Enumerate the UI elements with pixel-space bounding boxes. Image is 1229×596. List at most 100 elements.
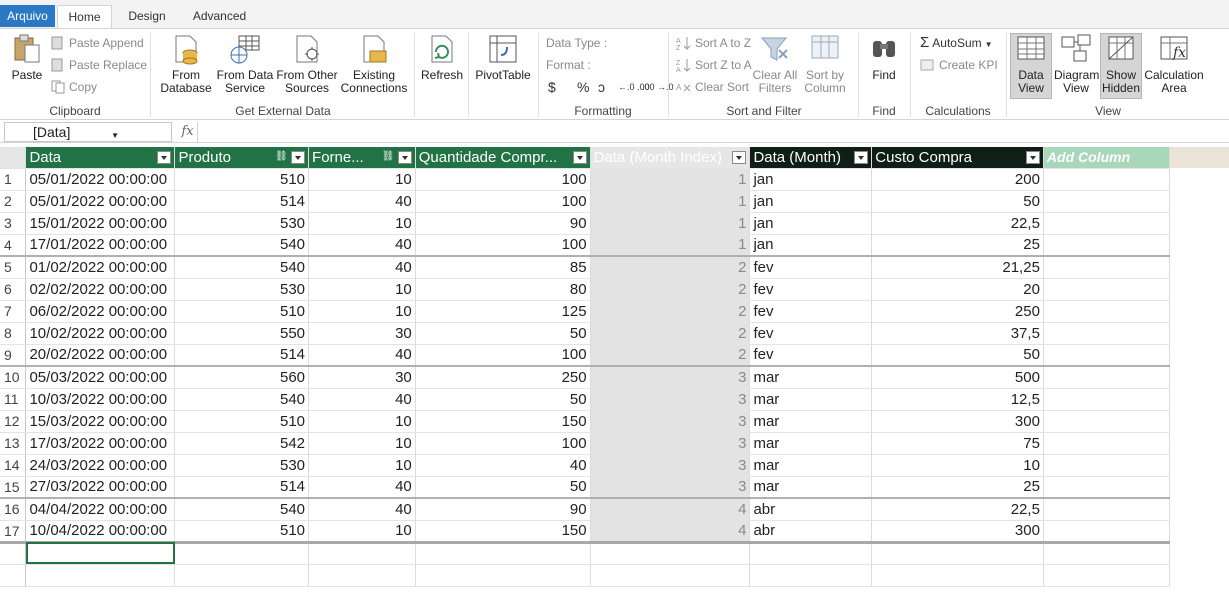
cell-custo-compra[interactable]: 500 xyxy=(871,366,1044,389)
filter-dropdown-icon[interactable] xyxy=(157,151,172,164)
paste-replace-button[interactable]: Paste Replace xyxy=(50,55,147,75)
cell-custo-compra[interactable]: 50 xyxy=(871,190,1044,213)
row-number[interactable]: 10 xyxy=(0,366,27,389)
empty-cell[interactable] xyxy=(1043,564,1170,587)
cell-custo-compra[interactable]: 25 xyxy=(871,234,1044,257)
cell-quantidade[interactable]: 90 xyxy=(415,498,591,521)
cell-produto[interactable]: 542 xyxy=(174,432,310,455)
cell-month-index[interactable]: 2 xyxy=(590,322,751,345)
cell-month-index[interactable]: 2 xyxy=(590,278,751,301)
row-number[interactable]: 13 xyxy=(0,432,27,455)
filter-dropdown-icon[interactable] xyxy=(854,151,869,164)
cell-fornecedor[interactable]: 10 xyxy=(308,278,416,301)
row-number[interactable]: 16 xyxy=(0,498,27,521)
row-number[interactable]: 12 xyxy=(0,410,27,433)
cell-custo-compra[interactable]: 300 xyxy=(871,410,1044,433)
cell-custo-compra[interactable]: 12,5 xyxy=(871,388,1044,411)
cell-data[interactable]: 10/04/2022 00:00:00 xyxy=(25,520,176,544)
empty-cell[interactable] xyxy=(1169,564,1229,586)
cell-fornecedor[interactable]: 40 xyxy=(308,190,416,213)
name-box-dropdown-icon[interactable]: ▼ xyxy=(111,127,119,145)
cell-quantidade[interactable]: 50 xyxy=(415,388,591,411)
cell-custo-compra[interactable]: 50 xyxy=(871,344,1044,367)
cell-data[interactable]: 06/02/2022 00:00:00 xyxy=(25,300,176,323)
cell-data[interactable]: 05/03/2022 00:00:00 xyxy=(25,366,176,389)
cell-fornecedor[interactable]: 30 xyxy=(308,322,416,345)
cell-produto[interactable]: 510 xyxy=(174,520,310,544)
cell-quantidade[interactable]: 150 xyxy=(415,410,591,433)
cell-month[interactable]: mar xyxy=(749,476,873,499)
cell-month-index[interactable]: 4 xyxy=(590,498,751,521)
empty-cell[interactable] xyxy=(1169,542,1229,564)
cell-custo-compra[interactable]: 22,5 xyxy=(871,212,1044,235)
from-other-sources-button[interactable]: From Other Sources xyxy=(276,33,338,95)
filter-dropdown-icon[interactable] xyxy=(291,151,306,164)
cell-data[interactable]: 15/01/2022 00:00:00 xyxy=(25,212,176,235)
cell-custo-compra[interactable]: 25 xyxy=(871,476,1044,499)
cell-custo-compra[interactable]: 20 xyxy=(871,278,1044,301)
cell-month[interactable]: mar xyxy=(749,366,873,389)
row-number[interactable]: 17 xyxy=(0,520,27,544)
cell-custo-compra[interactable]: 300 xyxy=(871,520,1044,544)
cell-data[interactable]: 05/01/2022 00:00:00 xyxy=(25,168,176,191)
filter-dropdown-icon[interactable] xyxy=(572,151,587,164)
cell-custo-compra[interactable]: 200 xyxy=(871,168,1044,191)
column-header-month-index[interactable]: Data (Month Index) xyxy=(590,147,751,169)
cell-quantidade[interactable]: 50 xyxy=(415,476,591,499)
empty-cell[interactable] xyxy=(590,542,751,565)
column-header-data[interactable]: Data xyxy=(25,147,176,169)
column-header-month[interactable]: Data (Month) xyxy=(749,147,873,169)
cell-add-column[interactable] xyxy=(1043,256,1170,279)
cell-add-column[interactable] xyxy=(1043,212,1170,235)
cell-produto[interactable]: 510 xyxy=(174,300,310,323)
cell-quantidade[interactable]: 250 xyxy=(415,366,591,389)
pivottable-button[interactable]: PivotTable xyxy=(472,33,534,82)
sort-by-column-button[interactable]: Sort by Column xyxy=(800,33,850,95)
empty-cell[interactable] xyxy=(590,564,751,587)
column-header-produto[interactable]: Produto ⛓ xyxy=(174,147,310,169)
cell-fornecedor[interactable]: 10 xyxy=(308,168,416,191)
cell-add-column[interactable] xyxy=(1043,410,1170,433)
cell-quantidade[interactable]: 150 xyxy=(415,520,591,544)
cell-fornecedor[interactable]: 10 xyxy=(308,454,416,477)
cell-month[interactable]: mar xyxy=(749,410,873,433)
empty-cell[interactable] xyxy=(871,542,1044,565)
cell-quantidade[interactable]: 100 xyxy=(415,234,591,257)
cell-month-index[interactable]: 4 xyxy=(590,520,751,544)
cell-fornecedor[interactable]: 10 xyxy=(308,410,416,433)
fx-icon[interactable]: fx xyxy=(178,122,198,142)
cell-month[interactable]: fev xyxy=(749,278,873,301)
row-number[interactable]: 8 xyxy=(0,322,27,345)
empty-cell[interactable] xyxy=(174,564,310,587)
sort-z-to-a-button[interactable]: Z A Sort Z to A xyxy=(676,55,752,75)
row-number[interactable]: 4 xyxy=(0,234,27,257)
formula-input[interactable] xyxy=(200,122,1220,142)
cell-month-index[interactable]: 3 xyxy=(590,388,751,411)
cell-month-index[interactable]: 2 xyxy=(590,300,751,323)
add-column-header[interactable]: Add Column xyxy=(1043,147,1170,169)
cell-fornecedor[interactable]: 30 xyxy=(308,366,416,389)
filter-dropdown-icon[interactable] xyxy=(732,151,747,164)
cell-data[interactable]: 17/03/2022 00:00:00 xyxy=(25,432,176,455)
cell-data[interactable]: 04/04/2022 00:00:00 xyxy=(25,498,176,521)
from-data-service-button[interactable]: From Data Service xyxy=(216,33,274,95)
row-number[interactable]: 14 xyxy=(0,454,27,477)
cell-month-index[interactable]: 1 xyxy=(590,234,751,257)
cell-produto[interactable]: 514 xyxy=(174,344,310,367)
copy-button[interactable]: Copy xyxy=(50,77,97,97)
cell-data[interactable]: 27/03/2022 00:00:00 xyxy=(25,476,176,499)
diagram-view-button[interactable]: Diagram View xyxy=(1054,33,1099,95)
cell-quantidade[interactable]: 100 xyxy=(415,190,591,213)
empty-cell[interactable] xyxy=(25,564,176,587)
cell-fornecedor[interactable]: 10 xyxy=(308,300,416,323)
cell-custo-compra[interactable]: 250 xyxy=(871,300,1044,323)
cell-produto[interactable]: 514 xyxy=(174,476,310,499)
cell-produto[interactable]: 560 xyxy=(174,366,310,389)
empty-cell[interactable] xyxy=(749,542,873,565)
cell-data[interactable]: 15/03/2022 00:00:00 xyxy=(25,410,176,433)
empty-cell[interactable] xyxy=(174,542,310,565)
cell-produto[interactable]: 540 xyxy=(174,498,310,521)
row-number[interactable]: 1 xyxy=(0,168,27,191)
cell-month-index[interactable]: 3 xyxy=(590,432,751,455)
tab-design[interactable]: Design xyxy=(122,5,172,28)
